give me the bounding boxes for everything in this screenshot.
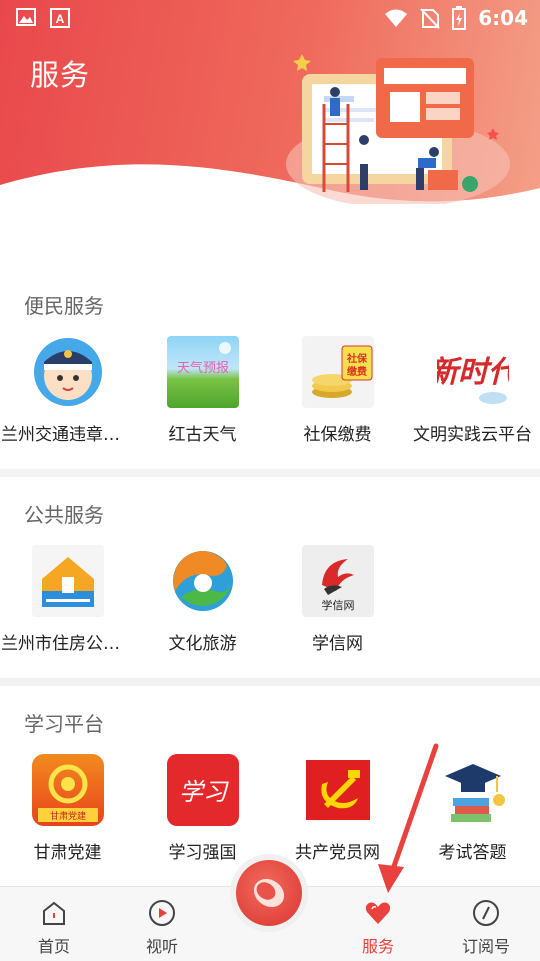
- svg-text:缴费: 缴费: [347, 365, 367, 378]
- section-title-public: 公共服务: [24, 503, 104, 527]
- civilization-icon: 新时代: [436, 336, 509, 408]
- center-logo-button[interactable]: [236, 860, 302, 926]
- service-item-civilization[interactable]: 新时代 文明实践云平台: [405, 336, 540, 445]
- service-item-label: 社保缴费: [303, 425, 372, 445]
- social-security-icon: 社保 缴费: [301, 336, 374, 408]
- tab-media[interactable]: 视听: [112, 887, 212, 961]
- status-time: 6:04: [478, 6, 528, 30]
- gallery-icon: [16, 8, 36, 26]
- section-divider: [0, 678, 540, 686]
- gansu-party-img-text: 甘肃党建: [49, 810, 85, 822]
- service-item-label: 考试答题: [438, 843, 507, 863]
- svg-text:社保: 社保: [346, 352, 368, 365]
- civilization-img-text: 新时代: [437, 355, 509, 390]
- tab-label: 视听: [145, 937, 178, 956]
- weather-icon: 天气预报: [166, 336, 239, 408]
- compass-icon: [473, 900, 499, 926]
- play-icon: [149, 900, 175, 926]
- app-a-icon: A: [50, 8, 70, 28]
- service-item-xuexi[interactable]: 学习 学习强国: [135, 754, 270, 863]
- service-item-chsi[interactable]: 学信网 学信网: [270, 545, 405, 654]
- xuexi-icon: 学习: [166, 754, 239, 826]
- service-item-exam[interactable]: 考试答题: [405, 754, 540, 863]
- service-item-label: 甘肃党建: [33, 843, 102, 863]
- party-member-icon: [302, 754, 374, 826]
- service-item-gansu-party[interactable]: 甘肃党建 甘肃党建: [0, 754, 135, 863]
- section-divider: [0, 469, 540, 477]
- chsi-icon: 学信网: [301, 545, 374, 617]
- tab-label: 服务: [361, 937, 394, 956]
- service-item-label: 红古天气: [168, 425, 237, 445]
- service-item-party-member[interactable]: 共产党员网: [270, 754, 405, 863]
- xuexi-img-text: 学习: [179, 778, 229, 806]
- weather-img-text: 天气预报: [176, 360, 228, 376]
- culture-tourism-icon: [167, 545, 239, 617]
- no-sim-icon: [420, 8, 440, 29]
- tab-home[interactable]: 首页: [4, 887, 104, 961]
- service-item-label: 兰州交通违章查询: [1, 425, 134, 445]
- service-item-label: 学信网: [312, 634, 363, 654]
- service-item-label: 文明实践云平台: [413, 425, 532, 445]
- service-illustration: [286, 54, 510, 204]
- housing-fund-icon: [31, 545, 104, 617]
- service-item-weather[interactable]: 天气预报 红古天气: [135, 336, 270, 445]
- status-bar: A 6:04: [0, 0, 540, 36]
- service-item-social-security[interactable]: 社保 缴费 社保缴费: [270, 336, 405, 445]
- battery-icon: [452, 6, 467, 30]
- tab-subscriptions[interactable]: 订阅号: [436, 887, 536, 961]
- tab-services[interactable]: 服务: [328, 887, 428, 961]
- home-icon: [43, 901, 65, 925]
- service-item-label: 兰州市住房公积金: [1, 634, 134, 654]
- svg-text:A: A: [56, 12, 65, 26]
- wifi-icon: [385, 9, 408, 27]
- header-banner: A 6:04 服务: [0, 0, 540, 215]
- service-item-housing-fund[interactable]: 兰州市住房公积金: [0, 545, 135, 654]
- tab-label: 订阅号: [461, 937, 510, 956]
- tab-label: 首页: [37, 937, 70, 956]
- page-title: 服务: [30, 58, 91, 92]
- service-item-culture-tourism[interactable]: 文化旅游: [135, 545, 270, 654]
- exam-icon: [436, 754, 509, 826]
- service-item-label: 文化旅游: [168, 634, 237, 654]
- section-title-learning: 学习平台: [24, 712, 104, 736]
- logo-icon: [253, 878, 285, 908]
- chsi-img-text: 学信网: [321, 598, 354, 612]
- traffic-police-icon: [32, 336, 104, 408]
- heart-icon: [365, 902, 391, 924]
- service-item-traffic[interactable]: 兰州交通违章查询: [0, 336, 135, 445]
- section-title-convenience: 便民服务: [24, 294, 104, 318]
- gansu-party-icon: 甘肃党建: [31, 754, 104, 826]
